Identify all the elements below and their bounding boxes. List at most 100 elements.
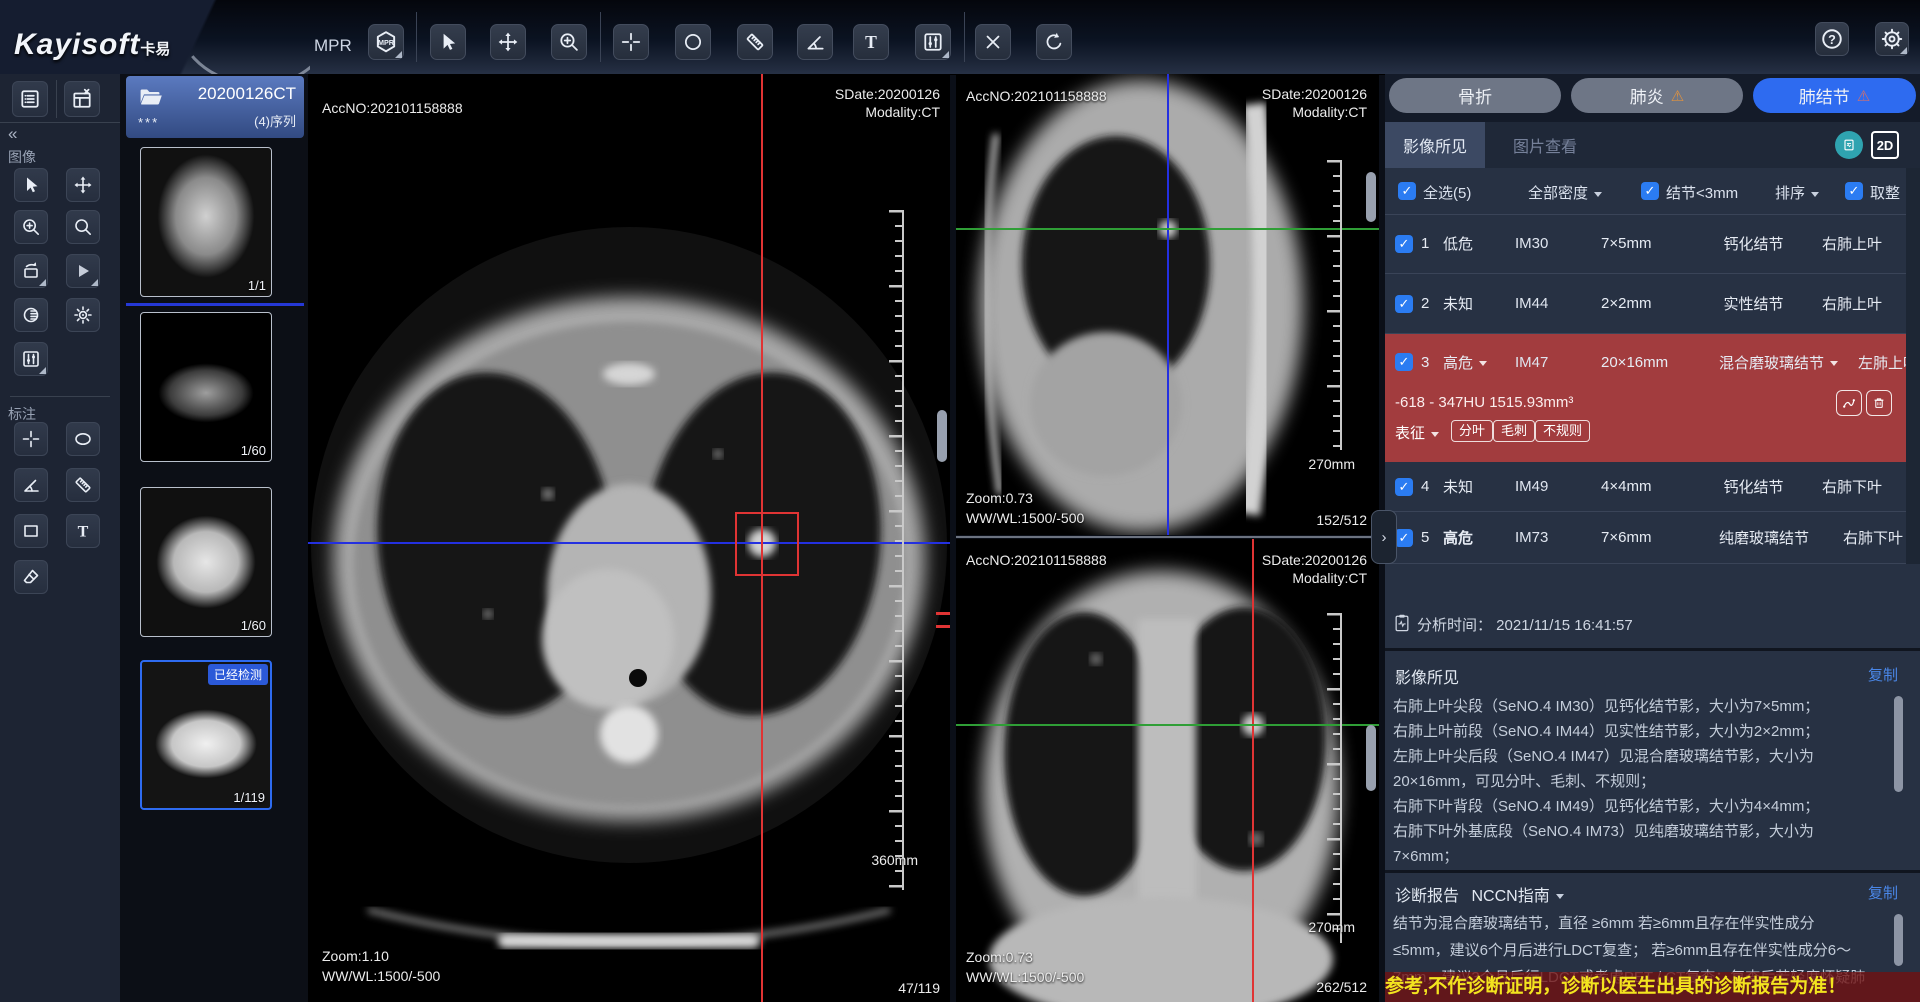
rail-magnify-button[interactable] (66, 210, 100, 244)
flat-2d-button[interactable]: 2D (1871, 131, 1899, 159)
findings-copy-button[interactable]: 复制 (1868, 664, 1898, 685)
nodule-row-5[interactable]: ✓ 5 高危 IM73 7×6mm 纯磨玻璃结节 右肺下叶 (1385, 512, 1906, 564)
help-button[interactable]: ? (1815, 22, 1849, 56)
thumbnail-count: 1/60 (241, 618, 266, 633)
series-thumbnail[interactable]: 1/60 (140, 487, 272, 637)
axial-scrollbar-thumb[interactable] (937, 410, 947, 462)
nodule-row-4[interactable]: ✓ 4 未知 IM49 4×4mm 钙化结节 右肺下叶 (1385, 462, 1906, 512)
nodule-row-3-selected[interactable]: ✓ 3 高危 IM47 20×16mm 混合磨玻璃结节 左肺上叶 -618 - … (1385, 334, 1906, 462)
coronal-scrollbar-thumb[interactable] (1366, 725, 1376, 791)
nodule-checkbox[interactable]: ✓ (1395, 235, 1413, 253)
rail-pointer-button[interactable] (14, 168, 48, 202)
round-checkbox[interactable]: ✓ (1845, 182, 1863, 200)
collapse-rail-button[interactable]: « (8, 124, 17, 144)
nodule-grade-dropdown[interactable]: 高危 (1443, 352, 1515, 373)
analysis-time-label: 分析时间： 2021/11/15 16:41:57 (1417, 614, 1633, 635)
coronal-viewport[interactable]: AccNO:202101158888 SDate:20200126 Modali… (956, 539, 1379, 1002)
sagittal-wwwl-label: WW/WL:1500/-500 (966, 510, 1084, 526)
rail-zoom-in-button[interactable] (14, 210, 48, 244)
lt3mm-label[interactable]: 结节<3mm (1666, 182, 1738, 203)
sagittal-crosshair-vertical[interactable] (1167, 74, 1169, 535)
feature-chip[interactable]: 不规则 (1535, 420, 1590, 442)
svg-text:T: T (865, 32, 877, 52)
nodule-row-1[interactable]: ✓ 1 低危 IM30 7×5mm 钙化结节 右肺上叶 (1385, 214, 1906, 274)
mpr-mode-button[interactable]: MPR (368, 24, 404, 60)
rail-brightness-button[interactable] (66, 298, 100, 332)
follow-up-curve-button[interactable] (1836, 390, 1862, 416)
report-copy-button[interactable]: 复制 (1868, 882, 1898, 903)
rail-pan-button[interactable] (66, 168, 100, 202)
settings-button[interactable] (1875, 22, 1909, 56)
help-icon: ? (1820, 27, 1844, 51)
rail-invert-button[interactable] (14, 298, 48, 332)
lt3mm-checkbox[interactable]: ✓ (1641, 182, 1659, 200)
panel-collapse-handle[interactable]: › (1371, 510, 1397, 564)
round-label[interactable]: 取整 (1870, 182, 1900, 203)
rail-eraser-button[interactable] (14, 560, 48, 594)
rail-text-button[interactable]: T (66, 514, 100, 548)
rail-angle-button[interactable] (14, 468, 48, 502)
nodule-list-scrollbar-track[interactable] (1906, 168, 1920, 564)
crosshair-tool-button[interactable] (613, 24, 649, 60)
report-preview-button[interactable] (1835, 131, 1863, 159)
sagittal-viewport[interactable]: AccNO:202101158888 SDate:20200126 Modali… (956, 74, 1379, 535)
close-layout-button[interactable] (64, 81, 100, 117)
mode-pneumonia-button[interactable]: 肺炎 ⚠ (1571, 78, 1743, 113)
circle-tool-button[interactable] (675, 24, 711, 60)
tab-image-view-label: 图片查看 (1513, 133, 1577, 157)
coronal-crosshair-horizontal[interactable] (956, 724, 1379, 726)
rail-window-level-button[interactable] (14, 342, 48, 376)
coronal-crosshair-vertical[interactable] (1252, 539, 1254, 1002)
rail-cine-play-button[interactable] (66, 254, 100, 288)
density-dropdown[interactable]: 全部密度 (1528, 182, 1602, 203)
feature-chip[interactable]: 毛刺 (1493, 420, 1535, 442)
mode-fracture-button[interactable]: 骨折 (1389, 78, 1561, 113)
tab-findings[interactable]: 影像所见 (1385, 122, 1485, 168)
select-all-checkbox[interactable]: ✓ (1398, 182, 1416, 200)
nodule-checkbox[interactable]: ✓ (1395, 529, 1413, 547)
rail-rect-button[interactable] (14, 514, 48, 548)
rail-point-mark-button[interactable] (14, 422, 48, 456)
pan-tool-button[interactable] (490, 24, 526, 60)
coronal-scale-label: 270mm (1308, 919, 1355, 935)
text-tool-button[interactable]: T (853, 24, 889, 60)
findings-scrollbar-thumb[interactable] (1894, 696, 1903, 792)
nodule-row-2[interactable]: ✓ 2 未知 IM44 2×2mm 实性结节 右肺上叶 (1385, 274, 1906, 334)
series-thumbnail[interactable]: 1/1 (140, 147, 272, 297)
delete-tool-button[interactable] (975, 24, 1011, 60)
rail-rotate-button[interactable] (14, 254, 48, 288)
zoom-in-tool-button[interactable] (551, 24, 587, 60)
mode-nodule-button[interactable]: 肺结节 ⚠ (1753, 78, 1916, 113)
analysis-time-row: 分析时间： 2021/11/15 16:41:57 (1385, 608, 1920, 648)
sagittal-scrollbar-thumb[interactable] (1366, 172, 1376, 222)
nodule-size: 2×2mm (1601, 295, 1719, 312)
ruler-tool-button[interactable] (737, 24, 773, 60)
tab-image-view[interactable]: 图片查看 (1495, 122, 1595, 168)
sagittal-crosshair-horizontal[interactable] (956, 228, 1379, 230)
axial-viewport[interactable]: AccNO:202101158888 SDate:20200126 Modali… (308, 74, 950, 1002)
feature-dropdown[interactable]: 表征 (1395, 422, 1439, 443)
series-list-button[interactable] (12, 81, 48, 117)
nodule-checkbox[interactable]: ✓ (1395, 478, 1413, 496)
report-guideline-dropdown[interactable]: NCCN指南 (1471, 888, 1549, 905)
nodule-checkbox[interactable]: ✓ (1395, 295, 1413, 313)
window-level-button[interactable] (915, 24, 951, 60)
sort-dropdown[interactable]: 排序 (1775, 182, 1819, 203)
select-all-label[interactable]: 全选(5) (1423, 182, 1471, 203)
close-x-icon (982, 31, 1004, 53)
series-thumbnail[interactable]: 1/60 (140, 312, 272, 462)
delete-nodule-button[interactable] (1866, 390, 1892, 416)
angle-tool-button[interactable] (797, 24, 833, 60)
pointer-tool-button[interactable] (430, 24, 466, 60)
rail-ruler-button[interactable] (66, 468, 100, 502)
report-scrollbar-thumb[interactable] (1894, 914, 1903, 966)
rail-ellipse-button[interactable] (66, 422, 100, 456)
nodule-type-dropdown[interactable]: 混合磨玻璃结节 (1719, 352, 1838, 373)
feature-chip[interactable]: 分叶 (1451, 420, 1493, 442)
series-thumbnail-active[interactable]: 已经检测 1/119 (140, 660, 272, 810)
study-header[interactable]: 20200126CT *** (4)序列 (126, 76, 304, 138)
nodule-checkbox[interactable]: ✓ (1395, 353, 1413, 371)
sagittal-modality-label: Modality:CT (1292, 104, 1367, 120)
axial-crosshair-horizontal[interactable] (308, 542, 950, 544)
reset-rotate-button[interactable] (1036, 24, 1072, 60)
